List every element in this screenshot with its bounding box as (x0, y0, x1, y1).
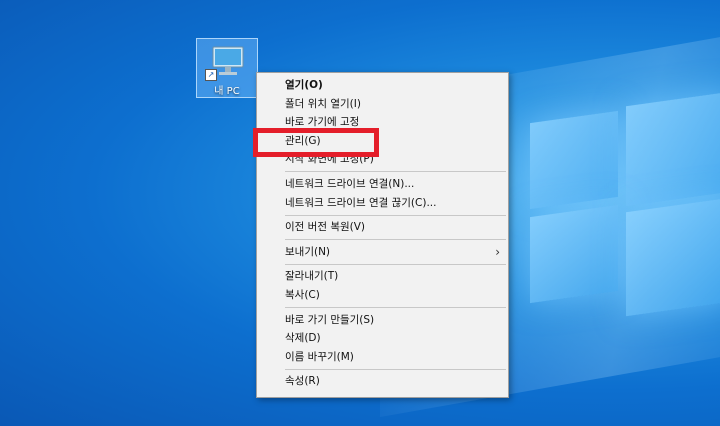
menu-item-label: 속성(R) (285, 375, 320, 388)
menu-item[interactable]: 속성(R) (257, 372, 508, 391)
logo-pane-bottom-left (530, 204, 618, 304)
menu-item[interactable]: 네트워크 드라이브 연결 끊기(C)... (257, 194, 508, 213)
logo-pane-bottom-right (626, 197, 720, 317)
menu-separator (285, 368, 506, 370)
menu-item[interactable]: 열기(O) (257, 76, 508, 95)
menu-item-label: 삭제(D) (285, 332, 321, 345)
menu-item-label: 복사(C) (285, 288, 320, 301)
desktop: { "desktop": { "icon_label": "내 PC" }, "… (0, 0, 720, 426)
menu-item[interactable]: 삭제(D) (257, 329, 508, 348)
menu-item[interactable]: 이전 버전 복원(V) (257, 218, 508, 237)
context-menu: 열기(O) 폴더 위치 열기(I) 바로 가기에 고정 관리(G) 시작 화면에 고정(… (256, 72, 509, 398)
menu-item-label: 바로 가기에 고정 (285, 116, 360, 129)
logo-pane-top-left (530, 110, 618, 210)
menu-item[interactable]: 보내기(N) › (257, 243, 508, 262)
menu-item-label: 잘라내기(T) (285, 270, 339, 283)
menu-separator (285, 171, 506, 173)
highlight-box-manage (253, 128, 379, 157)
menu-separator (285, 263, 506, 265)
shortcut-arrow-icon: ↗ (205, 69, 217, 81)
menu-separator (285, 239, 506, 241)
menu-item-label: 네트워크 드라이브 연결(N)... (285, 177, 415, 190)
desktop-icon-label: 내 PC (214, 86, 240, 97)
menu-item-label: 이름 바꾸기(M) (285, 350, 354, 363)
this-pc-desktop-icon[interactable]: ↗ 내 PC (196, 38, 258, 98)
menu-separator (285, 214, 506, 216)
menu-item[interactable]: 복사(C) (257, 286, 508, 305)
menu-item-label: 이전 버전 복원(V) (285, 221, 366, 234)
menu-item-label: 네트워크 드라이브 연결 끊기(C)... (285, 196, 437, 209)
menu-item[interactable]: 폴더 위치 열기(I) (257, 95, 508, 114)
menu-item-label: 폴더 위치 열기(I) (285, 97, 361, 110)
menu-item[interactable]: 바로 가기 만들기(S) (257, 311, 508, 330)
menu-item[interactable]: 잘라내기(T) (257, 267, 508, 286)
menu-item-label: 열기(O) (285, 79, 323, 91)
menu-item-label: 바로 가기 만들기(S) (285, 313, 375, 326)
chevron-right-icon: › (495, 244, 500, 259)
menu-item[interactable]: 네트워크 드라이브 연결(N)... (257, 175, 508, 194)
menu-item[interactable]: 이름 바꾸기(M) (257, 348, 508, 367)
windows-logo (530, 91, 720, 335)
menu-separator (285, 307, 506, 309)
logo-pane-top-right (626, 91, 720, 207)
menu-item-label: 보내기(N) (285, 245, 331, 258)
